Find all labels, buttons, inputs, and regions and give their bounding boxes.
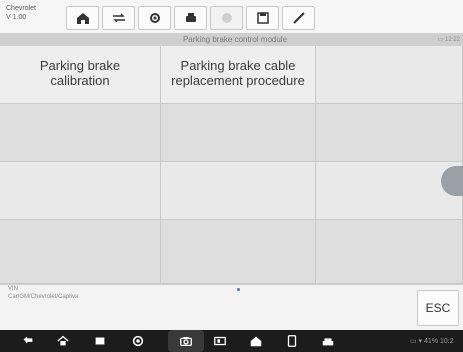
print-icon — [287, 335, 297, 347]
status-time: 12:22 — [444, 37, 460, 43]
function-cell-cable-replacement[interactable]: Parking brake cable replacement procedur… — [161, 46, 316, 104]
empty-cell — [161, 104, 316, 162]
empty-cell — [316, 104, 463, 162]
empty-cell — [316, 220, 463, 284]
software-version: V 1.00 — [6, 14, 27, 21]
recents-icon — [95, 337, 105, 345]
back-button[interactable] — [20, 333, 36, 349]
browser-icon — [132, 335, 144, 347]
pen-icon — [292, 12, 305, 24]
home-button[interactable] — [66, 6, 99, 30]
status-text: 41% 10:2 — [424, 338, 454, 345]
pen-button[interactable] — [282, 6, 315, 30]
module-status: ▭ 12:22 — [410, 34, 460, 46]
status-icons: ▭ ▾ — [410, 338, 425, 345]
empty-cell — [316, 162, 463, 220]
empty-cell — [161, 220, 316, 284]
function-cell-calibration[interactable]: Parking brake calibration — [0, 46, 161, 104]
home-nav-button[interactable] — [55, 333, 71, 349]
save-button[interactable] — [246, 6, 279, 30]
esc-button[interactable]: ESC — [417, 290, 459, 326]
screen-record-icon — [214, 336, 226, 346]
vehicle-swap-icon — [112, 13, 125, 23]
vehicle-menu-icon — [322, 338, 334, 346]
help-button[interactable] — [210, 6, 243, 30]
home-icon — [57, 335, 69, 346]
back-icon — [23, 336, 33, 344]
empty-cell — [161, 162, 316, 220]
recents-button[interactable] — [92, 333, 108, 349]
vehicle-brand: Chevrolet V 1.00 — [6, 4, 51, 30]
empty-cell — [0, 104, 161, 162]
battery-icon: ▭ — [437, 37, 445, 43]
settings-icon — [149, 13, 160, 23]
screen-record-button[interactable] — [212, 333, 228, 349]
settings-button[interactable] — [138, 6, 171, 30]
print-button[interactable] — [174, 6, 207, 30]
home-icon — [250, 336, 262, 347]
print-icon — [185, 13, 196, 22]
camera-button[interactable] — [178, 333, 194, 349]
side-panel-handle[interactable] — [441, 166, 463, 196]
function-cell-empty — [316, 46, 463, 104]
camera-icon — [180, 337, 192, 347]
function-label: Parking brake cable replacement procedur… — [171, 58, 305, 88]
browser-button[interactable] — [130, 333, 146, 349]
module-title: Parking brake control module — [182, 35, 288, 44]
vehicle-menu-button[interactable] — [320, 333, 336, 349]
empty-cell — [0, 162, 161, 220]
help-icon — [221, 13, 232, 23]
brand-name: Chevrolet — [6, 5, 36, 12]
app-home-button[interactable] — [248, 333, 264, 349]
vehicle-swap-button[interactable] — [102, 6, 135, 30]
vehicle-path: Car/GM/Chevrolet/Captiva — [8, 294, 79, 300]
empty-cell — [0, 220, 161, 284]
vin-label: VIN — [8, 286, 19, 292]
footer — [0, 284, 463, 330]
save-icon — [256, 12, 269, 24]
home-icon — [76, 13, 89, 24]
system-status: ▭ ▾ 41% 10:2 — [410, 336, 462, 348]
function-label: Parking brake calibration — [39, 58, 121, 88]
print-nav-button[interactable] — [284, 333, 300, 349]
page-indicator — [237, 288, 240, 291]
